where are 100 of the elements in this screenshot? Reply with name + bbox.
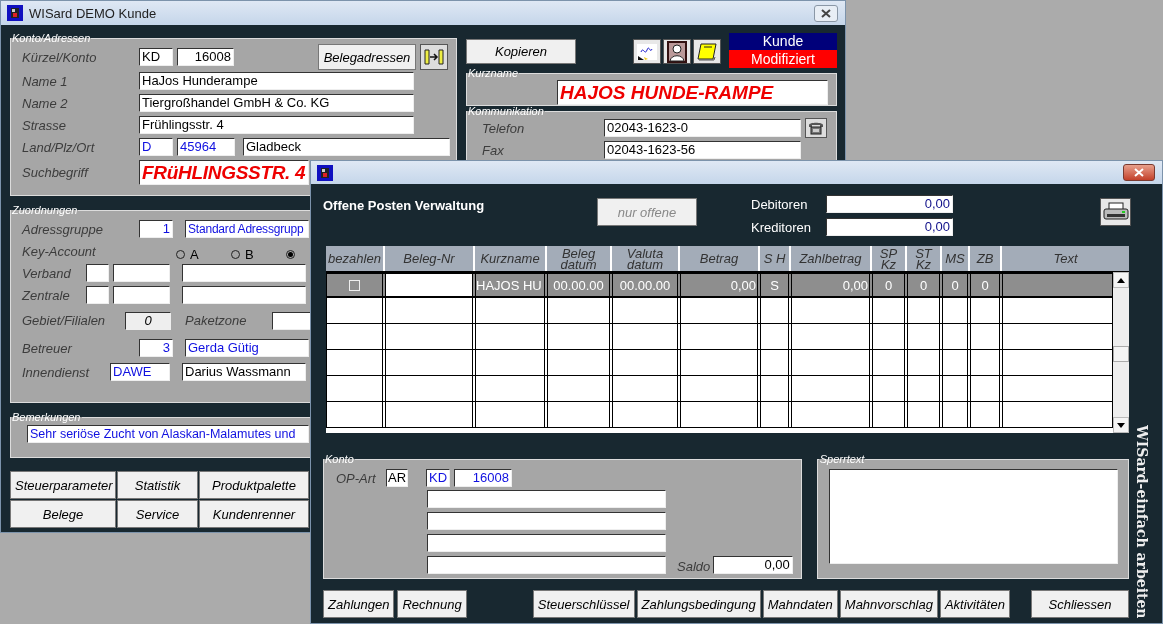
text-field[interactable] <box>113 264 170 282</box>
table-cell <box>326 298 383 323</box>
table-row[interactable] <box>326 350 1113 376</box>
table-cell <box>872 298 905 323</box>
table-row[interactable] <box>326 298 1113 324</box>
scroll-thumb[interactable] <box>1113 346 1129 362</box>
address-transfer-button[interactable] <box>420 44 448 70</box>
action-button[interactable]: Produktpalette <box>199 471 309 499</box>
text-field[interactable] <box>427 512 666 530</box>
text-field[interactable]: DAWE <box>110 363 170 381</box>
table-cell: 0,00 <box>791 274 870 296</box>
notepad-icon[interactable] <box>693 39 721 64</box>
column-header[interactable]: S H <box>760 246 789 271</box>
close-button[interactable] <box>814 4 838 22</box>
text-field[interactable]: AR <box>386 469 408 487</box>
action-button[interactable]: Zahlungsbedingung <box>636 590 761 618</box>
text-field[interactable]: 02043-1623-56 <box>604 141 801 159</box>
text-field[interactable]: 3 <box>139 339 173 357</box>
text-field[interactable]: 1 <box>139 220 173 238</box>
text-field[interactable]: 0,00 <box>826 218 953 236</box>
down-arrow-icon <box>1117 422 1125 428</box>
action-button[interactable]: Rechnung <box>397 590 467 618</box>
copy-button[interactable]: Kopieren <box>466 39 576 64</box>
column-header[interactable]: ST Kz <box>907 246 940 271</box>
record-state-label: Modifiziert <box>729 50 837 68</box>
action-button[interactable]: Mahndaten <box>762 590 838 618</box>
close-button[interactable] <box>1123 164 1155 181</box>
column-header[interactable]: SP Kz <box>872 246 905 271</box>
printer-icon[interactable] <box>1100 198 1131 226</box>
text-field[interactable]: KD <box>139 48 173 66</box>
table-row[interactable] <box>326 402 1113 428</box>
checkbox[interactable] <box>349 279 360 291</box>
text-field[interactable]: 0,00 <box>712 556 793 574</box>
text-field[interactable]: Darius Wassmann <box>182 363 306 381</box>
action-button[interactable]: Belege <box>10 500 116 528</box>
action-button[interactable]: Statistik <box>117 471 198 499</box>
column-header[interactable]: Zahlbetrag <box>791 246 870 271</box>
text-field[interactable]: Gerda Gütig <box>185 339 309 357</box>
table-cell: 0 <box>942 274 968 296</box>
panel-legend: Kurzname <box>467 68 520 79</box>
column-header[interactable]: Kurzname <box>475 246 545 271</box>
table-row[interactable] <box>326 376 1113 402</box>
column-header[interactable]: Valuta datum <box>612 246 678 271</box>
field-label: Gebiet/Filialen <box>22 313 107 328</box>
text-field[interactable]: 45964 <box>177 138 235 156</box>
action-button[interactable]: Steuerschlüssel <box>532 590 635 618</box>
action-button[interactable]: Zahlungen <box>323 590 395 618</box>
belegadressen-button[interactable]: Belegadressen <box>318 44 416 70</box>
letter-icon[interactable] <box>633 39 661 64</box>
text-field[interactable]: Gladbeck <box>243 138 450 156</box>
action-button[interactable]: Mahnvorschlag <box>839 590 938 618</box>
text-field[interactable]: Tiergroßhandel GmbH & Co. KG <box>139 94 414 112</box>
column-header[interactable]: ZB <box>970 246 1000 271</box>
text-field[interactable]: Frühlingsstr. 4 <box>139 116 414 134</box>
field-label: Suchbegriff <box>22 165 90 180</box>
text-field[interactable] <box>86 286 109 304</box>
close-icon <box>821 8 831 18</box>
table-cell <box>872 324 905 349</box>
text-field[interactable] <box>86 264 109 282</box>
column-header[interactable]: Betrag <box>680 246 758 271</box>
text-field[interactable] <box>182 286 306 304</box>
field-label: Strasse <box>22 117 68 133</box>
action-button[interactable]: Kundenrenner <box>199 500 309 528</box>
text-field[interactable]: KD <box>426 469 450 487</box>
table-cell <box>970 376 1000 401</box>
column-header[interactable]: MS <box>942 246 968 271</box>
action-button[interactable]: Aktivitäten <box>939 590 1010 618</box>
column-header[interactable]: Beleg-Nr <box>385 246 473 271</box>
scrollbar[interactable] <box>1113 272 1129 433</box>
text-field[interactable]: HAJOS HUNDE-RAMPE <box>557 79 828 105</box>
text-field[interactable]: HaJos Hunderampe <box>139 72 414 90</box>
text-field[interactable]: 02043-1623-0 <box>604 119 801 137</box>
text-field[interactable]: 16008 <box>454 469 512 487</box>
action-button[interactable]: Service <box>117 500 198 528</box>
table-row[interactable] <box>326 324 1113 350</box>
text-field[interactable] <box>272 311 313 330</box>
column-header[interactable]: Beleg datum <box>547 246 610 271</box>
text-field[interactable] <box>427 490 666 508</box>
portrait-icon[interactable] <box>663 39 691 64</box>
radio-label: B <box>245 246 254 262</box>
text-field[interactable]: Standard Adressgrupp <box>185 220 309 238</box>
column-header[interactable]: Text <box>1002 246 1129 271</box>
text-field[interactable]: FRüHLINGSSTR. 4 <box>139 160 309 185</box>
action-button[interactable]: Steuerparameter <box>10 471 116 499</box>
column-header[interactable]: bezahlen <box>326 246 383 271</box>
close-window-button[interactable]: Schliessen <box>1031 590 1129 618</box>
text-field[interactable]: 16008 <box>177 48 234 66</box>
text-field[interactable]: D <box>139 138 173 156</box>
text-field[interactable] <box>182 264 306 282</box>
text-field[interactable] <box>427 556 666 574</box>
text-field[interactable]: 0,00 <box>826 195 953 213</box>
text-field[interactable]: Sehr seriöse Zucht von Alaskan-Malamutes und <box>27 425 309 443</box>
text-field[interactable] <box>427 534 666 552</box>
up-arrow-icon <box>1117 277 1125 283</box>
scroll-down-button[interactable] <box>1113 417 1129 433</box>
phone-icon[interactable] <box>805 118 827 138</box>
text-field[interactable] <box>113 286 170 304</box>
scroll-up-button[interactable] <box>1113 272 1129 288</box>
text-field[interactable]: 0 <box>125 311 171 330</box>
table-cell <box>547 298 610 323</box>
